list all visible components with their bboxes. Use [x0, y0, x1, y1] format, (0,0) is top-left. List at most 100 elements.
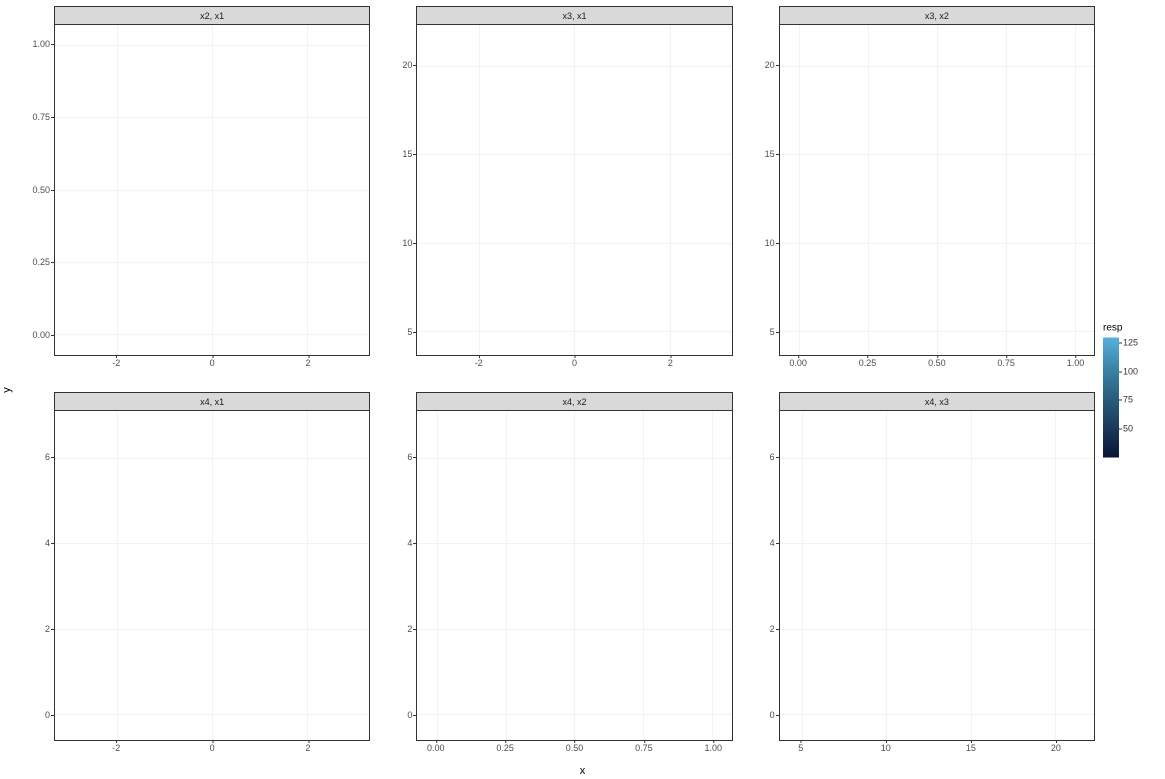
- panel-strip: x2, x1: [54, 6, 370, 24]
- y-tick-label: 10: [765, 238, 775, 248]
- x-tick-label: 15: [966, 743, 976, 753]
- y-tick-label: 0.50: [32, 185, 50, 195]
- facet-panel: 0246x4, x1-202: [28, 392, 370, 760]
- facet-panel: 5101520x3, x20.000.250.500.751.00: [753, 6, 1095, 374]
- x-tick-label: 0.00: [427, 743, 445, 753]
- y-tick-container: 5101520: [753, 6, 779, 356]
- legend-ticks: 125 100 75 50: [1123, 337, 1161, 457]
- panel-body: x2, x1: [54, 6, 370, 356]
- y-tick-label: 6: [770, 452, 775, 462]
- x-tick-label: 0.25: [496, 743, 514, 753]
- panel-strip: x3, x2: [779, 6, 1095, 24]
- y-tick-label: 0: [45, 710, 50, 720]
- y-tick-label: 4: [407, 538, 412, 548]
- y-tick-container: 0246: [390, 392, 416, 742]
- panel-canvas: [416, 24, 732, 356]
- y-tick-label: 6: [45, 452, 50, 462]
- legend-body: 125 100 75 50: [1103, 337, 1161, 457]
- x-tick-label: 20: [1051, 743, 1061, 753]
- gridline-horizontal: [780, 458, 1094, 459]
- y-tick-container: 5101520: [390, 6, 416, 356]
- y-tick-container: 0246: [753, 392, 779, 742]
- panel-body: x4, x2: [416, 392, 732, 742]
- y-tick-label: 0.00: [32, 330, 50, 340]
- x-tick-label: 2: [306, 743, 311, 753]
- gridline-vertical: [506, 411, 507, 741]
- y-axis-label: y: [1, 387, 13, 393]
- gridline-horizontal: [780, 714, 1094, 715]
- y-tick-label: 2: [407, 624, 412, 634]
- facet-panel: 0.000.250.500.751.00x2, x1-202: [28, 6, 370, 374]
- x-tick-container: -202: [54, 741, 370, 759]
- panel-body: x3, x1: [416, 6, 732, 356]
- x-tick-label: 0.00: [789, 358, 807, 368]
- panel-inner: 0246x4, x3: [753, 392, 1095, 742]
- legend-tick-label: 75: [1123, 395, 1133, 405]
- gridline-horizontal: [780, 629, 1094, 630]
- y-tick-container: 0 2 4 6: [28, 392, 54, 742]
- panel-canvas: [416, 410, 732, 742]
- gridline-vertical: [643, 411, 644, 741]
- x-tick-label: 0.75: [997, 358, 1015, 368]
- gridline-vertical: [937, 25, 938, 355]
- facet-panel: 0246x4, x20.000.250.500.751.00: [390, 392, 732, 760]
- gridline-vertical: [479, 25, 480, 355]
- x-tick-container: -202: [416, 356, 732, 374]
- panel-strip: x3, x1: [416, 6, 732, 24]
- x-tick-container: 0.00 0.25 0.50 0.75 1.00: [416, 741, 732, 759]
- gridline-vertical: [971, 411, 972, 741]
- panel-body: x3, x2: [779, 6, 1095, 356]
- legend-tick-label: 50: [1123, 423, 1133, 433]
- gridline-vertical: [886, 411, 887, 741]
- x-tick-label: 2: [668, 358, 673, 368]
- x-tick-label: 0: [210, 358, 215, 368]
- y-tick-label: 20: [402, 60, 412, 70]
- y-tick-label: 0.25: [32, 257, 50, 267]
- x-tick-label: 0.25: [859, 358, 877, 368]
- y-tick-label: 4: [45, 538, 50, 548]
- x-tick-label: 0.75: [635, 743, 653, 753]
- gridline-vertical: [307, 25, 308, 355]
- legend: resp 1251007550: [1103, 322, 1161, 457]
- x-tick-label: 2: [306, 358, 311, 368]
- x-tick-label: 0.50: [566, 743, 584, 753]
- gridline-vertical: [670, 25, 671, 355]
- gridline-vertical: [868, 25, 869, 355]
- facet-panel: 0246x4, x35101520: [753, 392, 1095, 760]
- x-tick-container: 5 10 15 20: [779, 741, 1095, 759]
- gridline-vertical: [307, 411, 308, 741]
- legend-tick-label: 100: [1123, 366, 1138, 376]
- y-tick-label: 2: [45, 624, 50, 634]
- chart-wrapper: y x 0.00 0.25 0.50 0.75 1.00 x2, x1 -2 0 2 5 10 15 2…: [0, 0, 1165, 779]
- x-tick-label: 5: [798, 743, 803, 753]
- x-tick-label: 1.00: [1067, 358, 1085, 368]
- y-tick-label: 5: [770, 327, 775, 337]
- panel-strip: x4, x1: [54, 392, 370, 410]
- panel-canvas: [54, 24, 370, 356]
- x-tick-label: 0: [210, 743, 215, 753]
- facet-grid: 0.000.250.500.751.00x2, x1-2025101520x3,…: [28, 6, 1095, 759]
- gridline-vertical: [574, 25, 575, 355]
- y-tick-label: 1.00: [32, 39, 50, 49]
- panel-canvas: [779, 410, 1095, 742]
- y-tick-label: 0: [770, 710, 775, 720]
- x-tick-label: 0: [572, 358, 577, 368]
- panel-inner: 0246x4, x2: [390, 392, 732, 742]
- x-tick-label: 1.00: [704, 743, 722, 753]
- panel-body: x4, x1: [54, 392, 370, 742]
- gridline-vertical: [799, 25, 800, 355]
- panel-body: x4, x3: [779, 392, 1095, 742]
- gridline-vertical: [212, 411, 213, 741]
- y-tick-label: 2: [770, 624, 775, 634]
- legend-tick-label: 125: [1123, 338, 1138, 348]
- panel-strip: x4, x2: [416, 392, 732, 410]
- gridline-vertical: [1055, 411, 1056, 741]
- y-tick-label: 10: [402, 238, 412, 248]
- panel-inner: 0 2 4 6 x4, x1: [28, 392, 370, 742]
- y-tick-label: 5: [407, 327, 412, 337]
- x-tick-container: 0.000.250.500.751.00: [779, 356, 1095, 374]
- x-axis-label: x: [580, 765, 586, 777]
- y-tick-label: 20: [765, 60, 775, 70]
- x-tick-label: -2: [112, 358, 120, 368]
- x-tick-label: 10: [881, 743, 891, 753]
